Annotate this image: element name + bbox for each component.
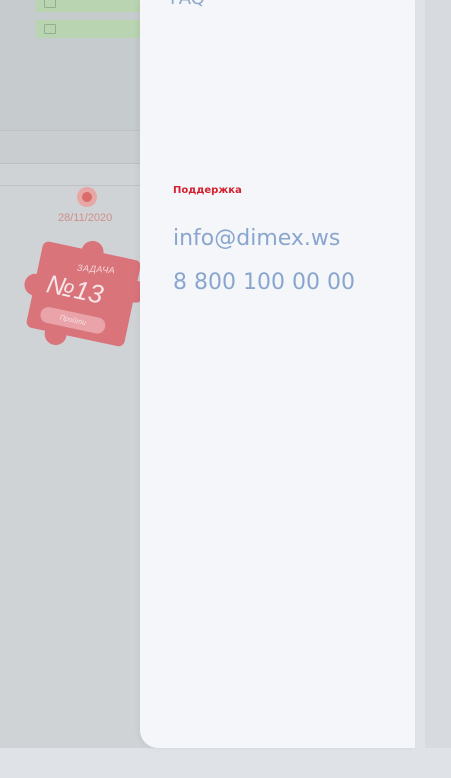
bottom-frame (0, 748, 451, 778)
task-puzzle-badge: ЗАДАЧА №13 Пройти (14, 229, 153, 356)
side-panel: FAQ Поддержка info@dimex.ws 8 800 100 00… (140, 0, 415, 748)
support-email-link[interactable]: info@dimex.ws (173, 226, 340, 251)
start-task-button-label: Пройти (59, 314, 87, 327)
background-tag (36, 20, 140, 38)
task-date: 28/11/2020 (58, 212, 113, 224)
target-icon (77, 187, 97, 207)
faq-link[interactable]: FAQ (170, 0, 205, 9)
window-frame-edge (425, 0, 451, 778)
background-divider-band (0, 130, 150, 164)
folder-icon (44, 0, 56, 8)
support-heading: Поддержка (173, 185, 242, 196)
support-phone-link[interactable]: 8 800 100 00 00 (173, 270, 355, 295)
background-header-area (0, 0, 150, 130)
background-tag (36, 0, 140, 12)
background-divider (0, 185, 150, 186)
folder-icon (44, 24, 56, 34)
